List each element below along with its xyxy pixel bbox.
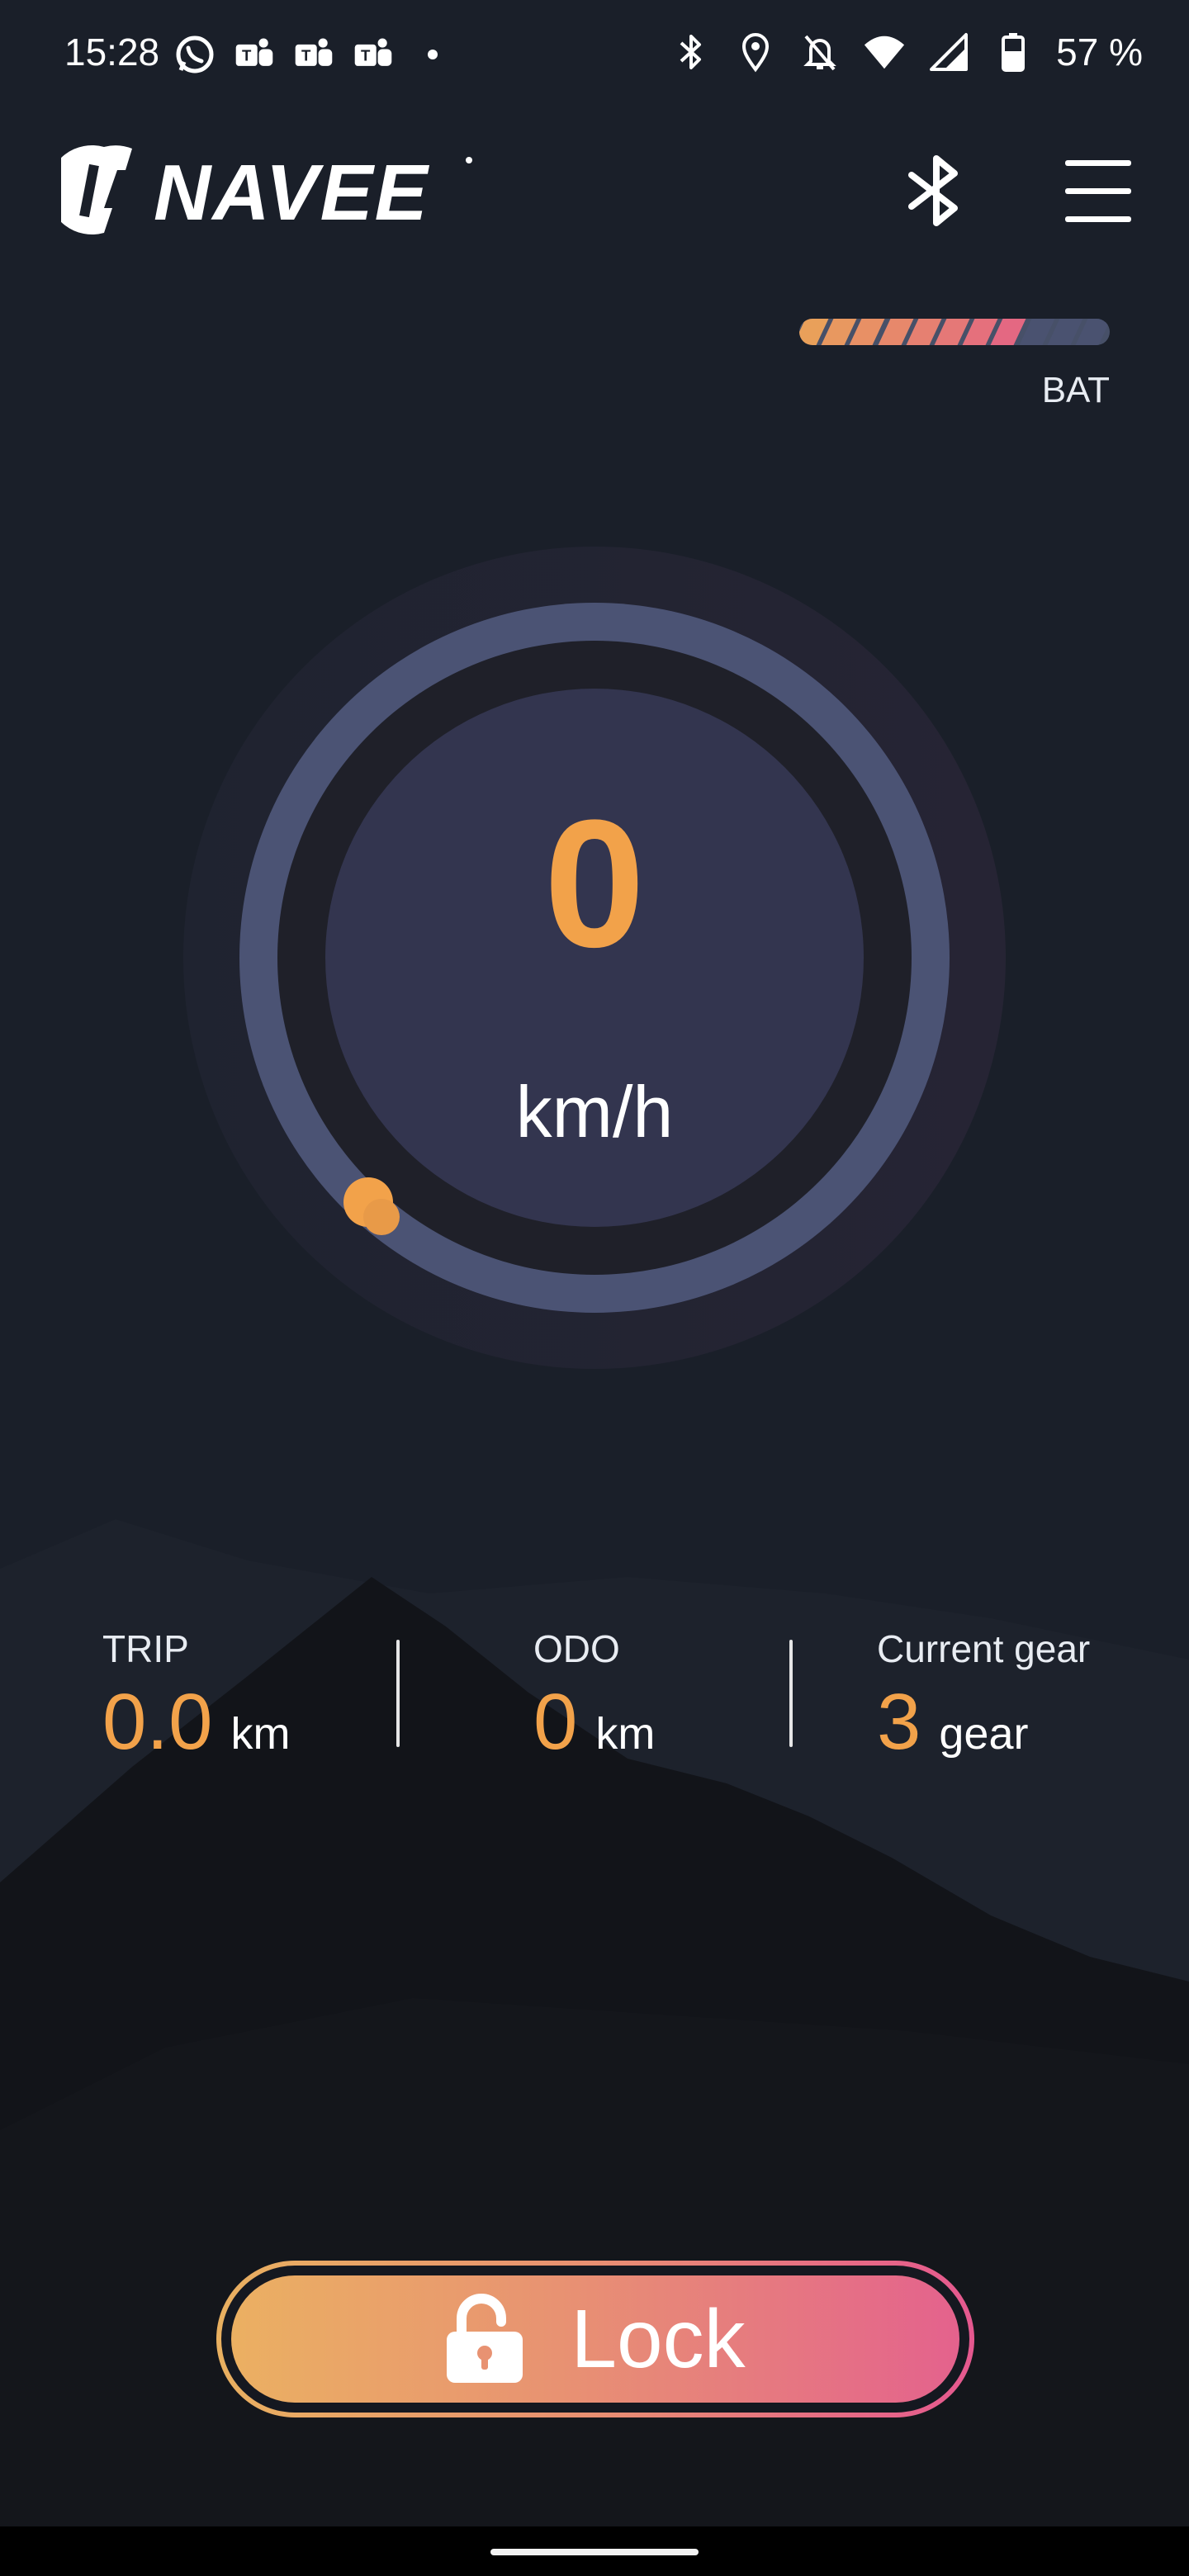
trip-stat: TRIP 0.0 km (102, 1627, 290, 1762)
bluetooth-icon (670, 31, 713, 73)
gear-unit: gear (939, 1709, 1029, 1759)
teams-icon: T (292, 33, 335, 76)
odo-stat: ODO 0 km (533, 1627, 655, 1762)
system-icons: 57 % (670, 30, 1143, 74)
menu-button[interactable] (1057, 155, 1139, 226)
home-gesture-handle[interactable] (490, 2549, 699, 2555)
lock-button-label: Lock (571, 2292, 746, 2385)
wifi-icon (863, 31, 906, 73)
location-icon (734, 31, 777, 73)
brand-logo: NAVEE (47, 140, 474, 239)
menu-icon (1065, 160, 1131, 222)
battery-icon (992, 31, 1035, 73)
teams-icon: T (352, 33, 395, 76)
svg-text:T: T (361, 46, 371, 64)
odo-unit: km (595, 1709, 656, 1759)
trip-label: TRIP (102, 1627, 189, 1670)
svg-text:T: T (242, 46, 252, 64)
status-bar: 15:28 T T T 57 % (0, 0, 1189, 107)
trip-unit: km (230, 1709, 291, 1759)
dot-icon (411, 33, 454, 76)
lock-button[interactable]: Lock (216, 2261, 974, 2417)
battery-percent: 57 % (1056, 31, 1143, 73)
bluetooth-icon (908, 155, 958, 226)
battery-label: BAT (1041, 370, 1110, 410)
battery-level-bar (799, 319, 1110, 345)
odo-label: ODO (533, 1627, 620, 1670)
speed-value: 0 (543, 782, 646, 985)
status-time: 15:28 (64, 31, 160, 73)
gear-value: 3 (877, 1678, 921, 1766)
gear-label: Current gear (877, 1627, 1091, 1670)
trip-value: 0.0 (102, 1678, 213, 1766)
bluetooth-button[interactable] (900, 154, 974, 228)
teams-icon: T (233, 33, 276, 76)
stat-divider (789, 1640, 793, 1747)
odo-value: 0 (533, 1678, 578, 1766)
notification-icons: T T T (173, 31, 454, 78)
svg-text:T: T (301, 46, 311, 64)
speed-unit: km/h (515, 1071, 674, 1153)
brand-text: NAVEE (154, 149, 430, 237)
logo-mark-icon (47, 145, 133, 234)
signal-icon (927, 31, 970, 73)
bell-off-icon (798, 31, 841, 73)
whatsapp-icon (173, 33, 216, 76)
gear-stat: Current gear 3 gear (877, 1627, 1090, 1762)
stat-divider (396, 1640, 400, 1747)
unlock-icon (447, 2294, 523, 2383)
